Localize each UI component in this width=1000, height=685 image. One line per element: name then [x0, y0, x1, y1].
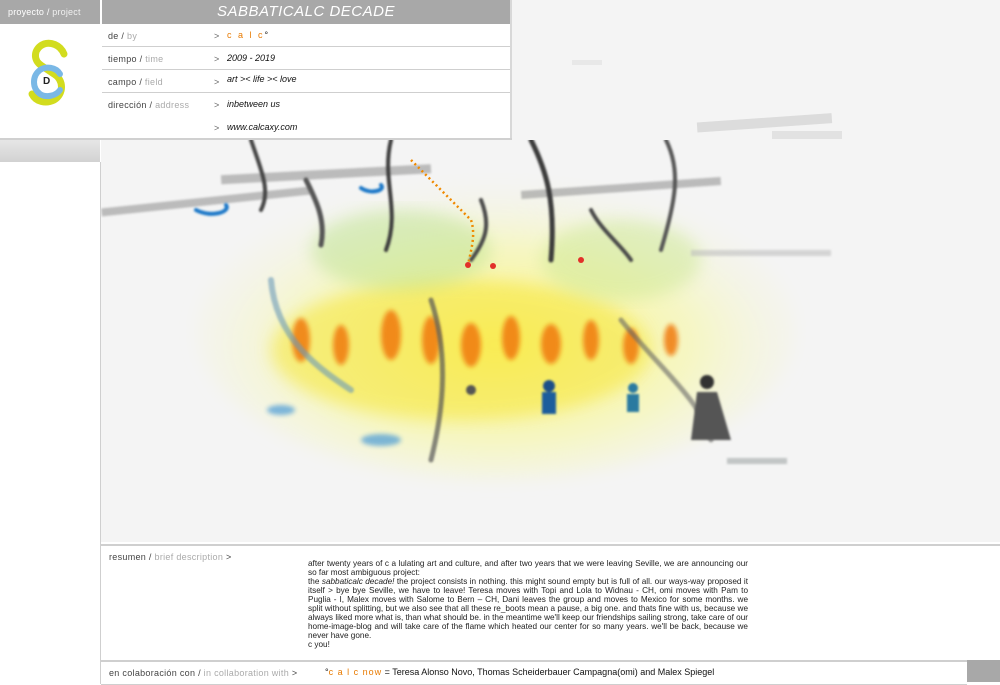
info-row-field: campo / field > art >< life >< love [102, 70, 510, 93]
page-title: SABBATICALC DECADE [102, 0, 510, 24]
collaboration-label: en colaboración con / in collaboration w… [109, 668, 298, 678]
svg-text:D: D [43, 76, 50, 87]
calc-logo-icon: D [28, 39, 68, 106]
collaboration-bar: en colaboración con / in collaboration w… [101, 660, 967, 685]
footer-end-block [967, 660, 1000, 682]
address-value: inbetween us [227, 99, 281, 109]
project-image [101, 140, 1000, 542]
project-info: de / by > c a l c° tiempo / time > 2009 … [102, 24, 510, 138]
info-row-address: dirección / address > inbetween us [102, 93, 510, 115]
project-tab-es: proyecto [8, 7, 45, 17]
arrow-icon: > [214, 31, 220, 41]
arrow-icon: > [214, 100, 220, 110]
description-paragraph-2: the sabbaticalc decade! the project cons… [308, 577, 748, 640]
arrow-icon: > [214, 77, 220, 87]
project-tab-en: project [52, 7, 81, 17]
info-row-by: de / by > c a l c° [102, 24, 510, 47]
left-column [0, 162, 101, 684]
website-link[interactable]: www.calcaxy.com [227, 122, 297, 132]
time-value: 2009 - 2019 [227, 53, 276, 63]
by-label: de / by [108, 31, 138, 41]
field-value: art >< life >< love [227, 74, 297, 84]
by-value[interactable]: c a l c° [227, 30, 268, 40]
left-strip [0, 140, 100, 162]
arrow-icon: > [214, 123, 220, 133]
description-paragraph-1: after twenty years of c a lulating art a… [308, 559, 748, 577]
arrow-icon: > [291, 668, 298, 678]
description-text: after twenty years of c a lulating art a… [308, 559, 748, 649]
description-paragraph-3: c you! [308, 640, 330, 649]
address-label: dirección / address [108, 100, 190, 110]
arrow-icon: > [225, 552, 232, 562]
description-label: resumen / brief description > [109, 552, 232, 562]
info-row-time: tiempo / time > 2009 - 2019 [102, 47, 510, 70]
calc-now-link[interactable]: c a l c now [329, 667, 383, 677]
info-row-link: > www.calcaxy.com [102, 116, 510, 138]
project-tab: proyecto / project [0, 0, 100, 24]
time-label: tiempo / time [108, 54, 164, 64]
arrow-icon: > [214, 54, 220, 64]
artwork-top [512, 0, 1000, 140]
field-label: campo / field [108, 77, 163, 87]
collaboration-value: °c a l c now = Teresa Alonso Novo, Thoma… [325, 667, 715, 677]
description-section: resumen / brief description > after twen… [101, 544, 1000, 660]
logo[interactable]: D [0, 24, 100, 138]
